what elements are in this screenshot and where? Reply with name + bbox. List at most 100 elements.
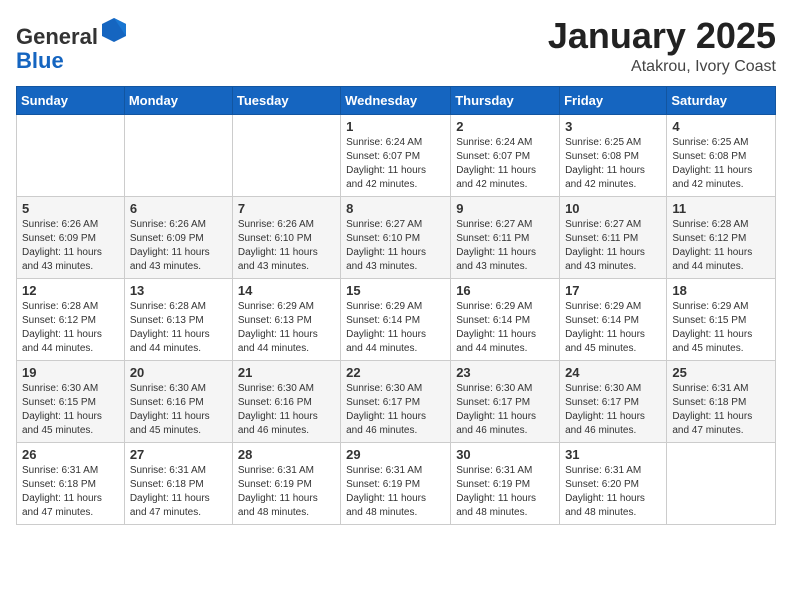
day-number: 29 xyxy=(346,447,445,462)
day-number: 9 xyxy=(456,201,554,216)
day-info: Sunrise: 6:31 AM Sunset: 6:19 PM Dayligh… xyxy=(346,464,445,520)
day-info: Sunrise: 6:29 AM Sunset: 6:13 PM Dayligh… xyxy=(238,300,335,356)
calendar-cell: 19Sunrise: 6:30 AM Sunset: 6:15 PM Dayli… xyxy=(17,360,125,442)
calendar-cell: 8 Sunrise: 6:27 AM Sunset: 6:10 PM Daylig… xyxy=(341,196,451,278)
day-info: Sunrise: 6:30 AM Sunset: 6:17 PM Dayligh… xyxy=(346,382,445,438)
day-info: Sunrise: 6:30 AM Sunset: 6:17 PM Dayligh… xyxy=(456,382,554,438)
day-info: Sunrise: 6:25 AM Sunset: 6:08 PM Dayligh… xyxy=(672,136,770,192)
calendar-cell: 3 Sunrise: 6:25 AM Sunset: 6:08 PM Daylig… xyxy=(560,114,667,196)
weekday-header-friday: Friday xyxy=(560,86,667,114)
calendar-cell: 22Sunrise: 6:30 AM Sunset: 6:17 PM Dayli… xyxy=(341,360,451,442)
calendar-cell: 1 Sunrise: 6:24 AM Sunset: 6:07 PM Daylig… xyxy=(341,114,451,196)
day-number: 4 xyxy=(672,119,770,134)
day-number: 16 xyxy=(456,283,554,298)
week-row-3: 12Sunrise: 6:28 AM Sunset: 6:12 PM Dayli… xyxy=(17,278,776,360)
calendar-cell: 10 Sunrise: 6:27 AM Sunset: 6:11 PM Dayli… xyxy=(560,196,667,278)
calendar-cell: 5 Sunrise: 6:26 AM Sunset: 6:09 PM Daylig… xyxy=(17,196,125,278)
calendar-cell: 26 Sunrise: 6:31 AM Sunset: 6:18 PM Dayli… xyxy=(17,442,125,524)
calendar-cell: 24Sunrise: 6:30 AM Sunset: 6:17 PM Dayli… xyxy=(560,360,667,442)
day-number: 10 xyxy=(565,201,661,216)
day-number: 2 xyxy=(456,119,554,134)
week-row-4: 19Sunrise: 6:30 AM Sunset: 6:15 PM Dayli… xyxy=(17,360,776,442)
day-number: 30 xyxy=(456,447,554,462)
weekday-header-tuesday: Tuesday xyxy=(232,86,340,114)
day-info: Sunrise: 6:31 AM Sunset: 6:19 PM Dayligh… xyxy=(456,464,554,520)
weekday-header-row: SundayMondayTuesdayWednesdayThursdayFrid… xyxy=(17,86,776,114)
day-number: 14 xyxy=(238,283,335,298)
day-info: Sunrise: 6:27 AM Sunset: 6:10 PM Dayligh… xyxy=(346,218,445,274)
day-number: 11 xyxy=(672,201,770,216)
week-row-2: 5 Sunrise: 6:26 AM Sunset: 6:09 PM Daylig… xyxy=(17,196,776,278)
day-number: 7 xyxy=(238,201,335,216)
calendar-cell: 23Sunrise: 6:30 AM Sunset: 6:17 PM Dayli… xyxy=(451,360,560,442)
day-info: Sunrise: 6:29 AM Sunset: 6:15 PM Dayligh… xyxy=(672,300,770,356)
logo: General Blue xyxy=(16,16,128,73)
day-info: Sunrise: 6:29 AM Sunset: 6:14 PM Dayligh… xyxy=(456,300,554,356)
day-number: 26 xyxy=(22,447,119,462)
calendar-cell: 30 Sunrise: 6:31 AM Sunset: 6:19 PM Dayli… xyxy=(451,442,560,524)
calendar-cell: 14 Sunrise: 6:29 AM Sunset: 6:13 PM Dayli… xyxy=(232,278,340,360)
weekday-header-saturday: Saturday xyxy=(667,86,776,114)
day-number: 20 xyxy=(130,365,227,380)
day-info: Sunrise: 6:29 AM Sunset: 6:14 PM Dayligh… xyxy=(346,300,445,356)
day-number: 25 xyxy=(672,365,770,380)
day-number: 15 xyxy=(346,283,445,298)
calendar-cell: 15 Sunrise: 6:29 AM Sunset: 6:14 PM Dayli… xyxy=(341,278,451,360)
day-info: Sunrise: 6:31 AM Sunset: 6:18 PM Dayligh… xyxy=(672,382,770,438)
calendar-cell: 4 Sunrise: 6:25 AM Sunset: 6:08 PM Daylig… xyxy=(667,114,776,196)
calendar-cell: 31 Sunrise: 6:31 AM Sunset: 6:20 PM Dayli… xyxy=(560,442,667,524)
day-number: 5 xyxy=(22,201,119,216)
calendar-cell: 9 Sunrise: 6:27 AM Sunset: 6:11 PM Daylig… xyxy=(451,196,560,278)
calendar-cell: 27 Sunrise: 6:31 AM Sunset: 6:18 PM Dayli… xyxy=(124,442,232,524)
calendar-cell: 13 Sunrise: 6:28 AM Sunset: 6:13 PM Dayli… xyxy=(124,278,232,360)
calendar-cell: 11 Sunrise: 6:28 AM Sunset: 6:12 PM Dayli… xyxy=(667,196,776,278)
day-info: Sunrise: 6:24 AM Sunset: 6:07 PM Dayligh… xyxy=(346,136,445,192)
day-number: 8 xyxy=(346,201,445,216)
calendar-cell xyxy=(124,114,232,196)
day-number: 13 xyxy=(130,283,227,298)
day-info: Sunrise: 6:30 AM Sunset: 6:16 PM Dayligh… xyxy=(238,382,335,438)
day-info: Sunrise: 6:31 AM Sunset: 6:18 PM Dayligh… xyxy=(22,464,119,520)
day-info: Sunrise: 6:25 AM Sunset: 6:08 PM Dayligh… xyxy=(565,136,661,192)
day-info: Sunrise: 6:28 AM Sunset: 6:13 PM Dayligh… xyxy=(130,300,227,356)
day-info: Sunrise: 6:26 AM Sunset: 6:09 PM Dayligh… xyxy=(22,218,119,274)
calendar-cell: 6 Sunrise: 6:26 AM Sunset: 6:09 PM Daylig… xyxy=(124,196,232,278)
day-number: 21 xyxy=(238,365,335,380)
day-number: 1 xyxy=(346,119,445,134)
weekday-header-wednesday: Wednesday xyxy=(341,86,451,114)
day-info: Sunrise: 6:27 AM Sunset: 6:11 PM Dayligh… xyxy=(456,218,554,274)
day-info: Sunrise: 6:27 AM Sunset: 6:11 PM Dayligh… xyxy=(565,218,661,274)
day-number: 6 xyxy=(130,201,227,216)
calendar-cell: 29 Sunrise: 6:31 AM Sunset: 6:19 PM Dayli… xyxy=(341,442,451,524)
calendar-cell xyxy=(17,114,125,196)
day-info: Sunrise: 6:28 AM Sunset: 6:12 PM Dayligh… xyxy=(672,218,770,274)
logo-general-text: General xyxy=(16,24,98,49)
calendar-cell: 28 Sunrise: 6:31 AM Sunset: 6:19 PM Dayli… xyxy=(232,442,340,524)
calendar-cell: 20Sunrise: 6:30 AM Sunset: 6:16 PM Dayli… xyxy=(124,360,232,442)
day-info: Sunrise: 6:30 AM Sunset: 6:15 PM Dayligh… xyxy=(22,382,119,438)
day-number: 3 xyxy=(565,119,661,134)
day-info: Sunrise: 6:31 AM Sunset: 6:19 PM Dayligh… xyxy=(238,464,335,520)
calendar-cell xyxy=(667,442,776,524)
day-number: 28 xyxy=(238,447,335,462)
day-info: Sunrise: 6:31 AM Sunset: 6:18 PM Dayligh… xyxy=(130,464,227,520)
day-number: 31 xyxy=(565,447,661,462)
calendar-cell: 21 Sunrise: 6:30 AM Sunset: 6:16 PM Dayli… xyxy=(232,360,340,442)
week-row-1: 1 Sunrise: 6:24 AM Sunset: 6:07 PM Daylig… xyxy=(17,114,776,196)
day-info: Sunrise: 6:29 AM Sunset: 6:14 PM Dayligh… xyxy=(565,300,661,356)
calendar-cell: 2 Sunrise: 6:24 AM Sunset: 6:07 PM Daylig… xyxy=(451,114,560,196)
weekday-header-sunday: Sunday xyxy=(17,86,125,114)
day-info: Sunrise: 6:30 AM Sunset: 6:17 PM Dayligh… xyxy=(565,382,661,438)
logo-blue-text: Blue xyxy=(16,48,64,73)
title-block: January 2025 Atakrou, Ivory Coast xyxy=(548,16,776,76)
calendar-cell: 16 Sunrise: 6:29 AM Sunset: 6:14 PM Dayli… xyxy=(451,278,560,360)
day-number: 27 xyxy=(130,447,227,462)
day-info: Sunrise: 6:26 AM Sunset: 6:09 PM Dayligh… xyxy=(130,218,227,274)
logo-icon xyxy=(100,16,128,44)
month-title: January 2025 xyxy=(548,16,776,56)
day-info: Sunrise: 6:31 AM Sunset: 6:20 PM Dayligh… xyxy=(565,464,661,520)
location-title: Atakrou, Ivory Coast xyxy=(548,58,776,76)
calendar-cell: 12Sunrise: 6:28 AM Sunset: 6:12 PM Dayli… xyxy=(17,278,125,360)
calendar-cell: 18Sunrise: 6:29 AM Sunset: 6:15 PM Dayli… xyxy=(667,278,776,360)
day-info: Sunrise: 6:24 AM Sunset: 6:07 PM Dayligh… xyxy=(456,136,554,192)
